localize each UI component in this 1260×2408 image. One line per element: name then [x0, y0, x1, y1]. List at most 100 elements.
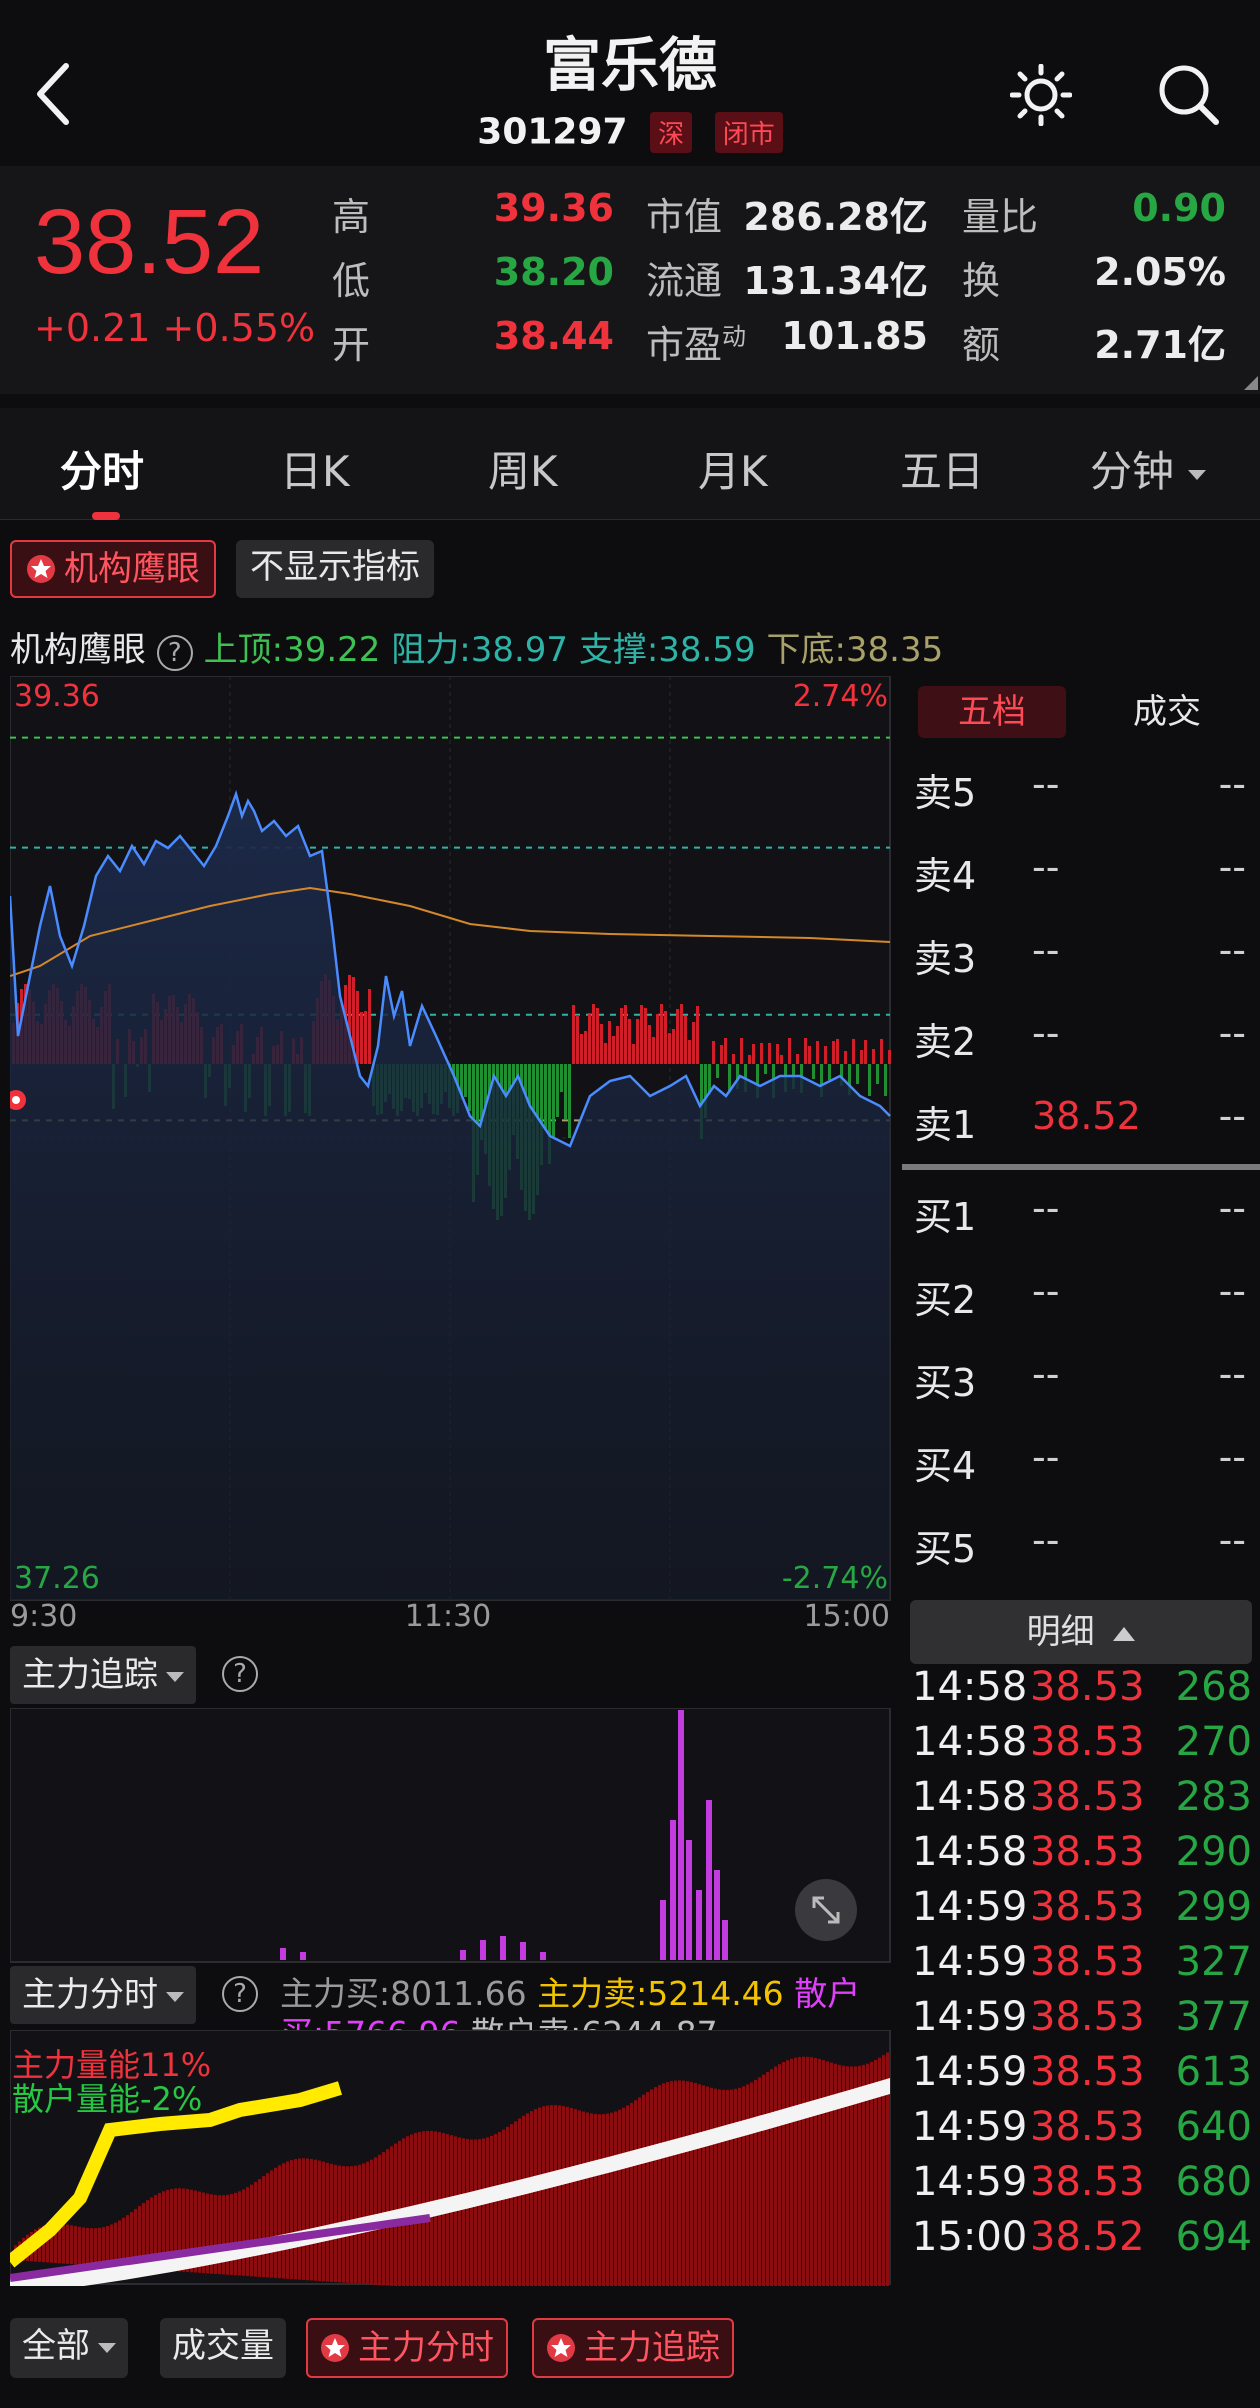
trade-price: 38.53: [1030, 1829, 1145, 1875]
main-force-bar: [654, 2087, 657, 2286]
buy-volume-bar: [588, 1013, 591, 1064]
buy-volume-bar: [836, 1039, 839, 1064]
main-force-bar: [598, 2114, 601, 2286]
expand-corner-icon[interactable]: [1244, 376, 1258, 390]
main-force-bar: [730, 2089, 733, 2286]
tab-monthly-k[interactable]: 月K: [698, 438, 768, 499]
main-force-bar: [234, 2192, 237, 2276]
buy-volume-bar: [656, 1014, 659, 1064]
trade-time: 14:59: [912, 1884, 1028, 1930]
volume-button[interactable]: 成交量: [160, 2318, 286, 2378]
x-label-start: 9:30: [10, 1599, 77, 1630]
tab-trades[interactable]: 成交: [1092, 686, 1242, 738]
eagle-eye-legend: 机构鹰眼 ? 上顶:39.22 阻力:38.97 支撑:38.59 下底:38.…: [10, 622, 943, 671]
ask-row[interactable]: 卖3 -- --: [914, 928, 1252, 981]
pe-label-text: 市盈: [646, 323, 723, 367]
tab-weekly-k[interactable]: 周K: [488, 438, 558, 499]
main-force-bar: [490, 2135, 493, 2286]
buy-volume-bar: [684, 1016, 687, 1064]
mktcap-label: 市值: [646, 195, 723, 239]
buy-volume-bar: [648, 1025, 651, 1064]
bid-row[interactable]: 买2 -- --: [914, 1269, 1252, 1322]
stock-code: 301297: [477, 111, 628, 153]
bid-label: 买4: [914, 1444, 977, 1488]
main-force-bar: [822, 2060, 825, 2286]
pe-label: 市盈动: [646, 314, 746, 369]
bid-row[interactable]: 买4 -- --: [914, 1435, 1252, 1488]
buy-volume-bar: [732, 1054, 735, 1064]
main-force-bar: [718, 2089, 721, 2286]
main-force-bar: [686, 2081, 689, 2286]
main-force-bar: [538, 2107, 541, 2286]
bid-row[interactable]: 买3 -- --: [914, 1352, 1252, 1405]
main-force-bar: [762, 2074, 765, 2286]
search-icon[interactable]: [1156, 62, 1222, 128]
tab-five-day[interactable]: 五日: [900, 438, 984, 499]
exchange-tag: 深: [650, 111, 693, 153]
main-force-bar: [322, 2161, 325, 2282]
buy-volume-bar: [748, 1055, 751, 1064]
tracking-selector-label: 主力追踪: [22, 1655, 158, 1695]
main-force-bar: [650, 2089, 653, 2286]
trade-volume: 680: [1175, 2159, 1252, 2205]
main-force-bar: [286, 2161, 289, 2279]
buy-volume-bar: [692, 1022, 695, 1064]
theme-toggle-icon[interactable]: [1010, 64, 1072, 126]
hide-indicator-button[interactable]: 不显示指标: [236, 540, 434, 598]
main-force-bar: [790, 2058, 793, 2286]
ask-row[interactable]: 卖1 38.52 --: [914, 1094, 1252, 1147]
buy-volume-bar: [860, 1050, 863, 1064]
tab-five-levels[interactable]: 五档: [918, 686, 1066, 738]
bid-row[interactable]: 买1 -- --: [914, 1186, 1252, 1239]
buy-volume-bar: [364, 1011, 367, 1064]
help-icon[interactable]: ?: [222, 1976, 258, 2012]
eagle-eye-button[interactable]: 机构鹰眼: [10, 540, 216, 598]
ask-price: --: [1032, 928, 1060, 972]
bid-row[interactable]: 买5 -- --: [914, 1518, 1252, 1571]
tracking-selector[interactable]: 主力追踪: [10, 1646, 196, 1704]
tab-minute[interactable]: 分钟: [1090, 438, 1207, 499]
buy-volume-bar: [652, 1037, 655, 1064]
buy-volume-bar: [832, 1041, 835, 1064]
chevron-down-icon: [98, 2342, 116, 2353]
sell-volume-bar: [468, 1064, 471, 1111]
fullscreen-icon[interactable]: [794, 1878, 858, 1942]
moneyflow-selector[interactable]: 主力分时: [10, 1966, 196, 2024]
help-icon[interactable]: ?: [156, 635, 193, 671]
main-force-bar: [594, 2113, 597, 2286]
low-label: 低: [332, 259, 371, 303]
detail-header[interactable]: 明细: [910, 1600, 1252, 1664]
main-force-bar: [798, 2056, 801, 2286]
main-force-bar: [646, 2092, 649, 2286]
buy-volume-bar: [640, 1005, 643, 1064]
ask-label: 卖1: [914, 1103, 977, 1147]
main-force-bar: [726, 2089, 729, 2286]
help-icon[interactable]: ?: [222, 1656, 258, 1692]
buy-volume-bar: [788, 1038, 791, 1064]
trade-volume: 613: [1175, 2049, 1252, 2095]
market-status-tag: 闭市: [714, 111, 783, 153]
ask-row[interactable]: 卖5 -- --: [914, 762, 1252, 815]
main-force-bar: [818, 2058, 821, 2286]
main-force-bar: [90, 2228, 93, 2266]
main-force-bar: [574, 2109, 577, 2286]
main-force-bar: [742, 2086, 745, 2286]
main-force-bar: [510, 2124, 513, 2286]
price-change: +0.21 +0.55%: [34, 306, 315, 350]
tab-daily-k[interactable]: 日K: [280, 438, 350, 499]
tracking-button[interactable]: 主力追踪: [532, 2318, 734, 2378]
ask-row[interactable]: 卖2 -- --: [914, 1011, 1252, 1064]
moneyflow-button[interactable]: 主力分时: [306, 2318, 508, 2378]
ask-volume: --: [1218, 845, 1246, 889]
all-selector[interactable]: 全部: [10, 2318, 128, 2378]
buy-volume-bar: [596, 1008, 599, 1064]
top-bar: 富乐德 301297 深 闭市: [0, 0, 1260, 165]
main-force-bar: [74, 2226, 77, 2265]
tracking-bar: [480, 1940, 486, 1960]
order-book-tabs: 五档 成交: [918, 686, 1248, 738]
amount-label: 额: [962, 323, 1001, 367]
ask-row[interactable]: 卖4 -- --: [914, 845, 1252, 898]
tab-intraday[interactable]: 分时: [60, 438, 144, 499]
trade-volume: 640: [1175, 2104, 1252, 2150]
intraday-chart[interactable]: 39.36 2.74% 37.26 -2.74% 9:30 11:30 15:0…: [10, 676, 892, 1630]
